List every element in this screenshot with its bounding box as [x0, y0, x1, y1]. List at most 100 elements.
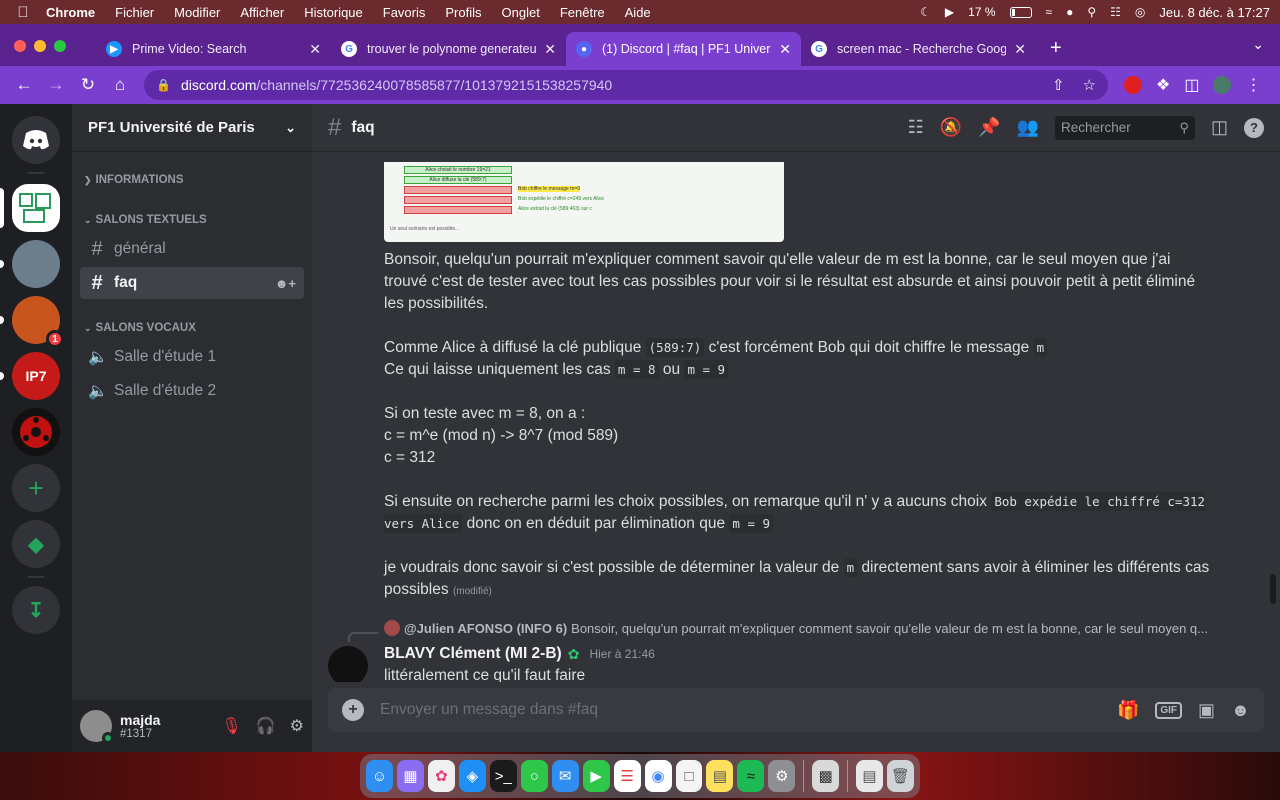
pinned-messages-icon[interactable]: 📌: [978, 117, 1000, 138]
search-input[interactable]: Rechercher ⚲: [1054, 115, 1195, 140]
battery-icon[interactable]: [1009, 6, 1032, 18]
download-apps-icon[interactable]: ↧: [12, 586, 60, 634]
channel-faq[interactable]: # faq ☻+: [80, 267, 304, 299]
gift-icon[interactable]: 🎁: [1117, 700, 1139, 721]
address-bar[interactable]: 🔒 discord.com /channels/7725362400785858…: [144, 70, 1108, 100]
explore-servers-compass-icon[interactable]: ◆: [12, 520, 60, 568]
add-server-button[interactable]: +: [12, 464, 60, 512]
message-image-attachment[interactable]: Alice choisit le nombre 19=21 Alice diff…: [384, 162, 784, 242]
control-center-icon[interactable]: ☷: [1110, 5, 1121, 19]
profile-avatar-icon[interactable]: [1213, 76, 1232, 94]
finder-icon[interactable]: ☺: [366, 760, 393, 792]
close-icon[interactable]: ✕: [309, 41, 321, 58]
play-circle-icon[interactable]: ▶: [945, 5, 954, 19]
chrome-icon[interactable]: ◉: [644, 760, 672, 792]
tab-prime-video[interactable]: ▶ Prime Video: Search ✕: [96, 32, 331, 66]
close-icon[interactable]: ✕: [779, 41, 791, 58]
guild-sharingan[interactable]: [12, 408, 60, 456]
siri-icon[interactable]: ◎: [1135, 5, 1145, 19]
server-header[interactable]: PF1 Université de Paris ⌄: [72, 104, 312, 152]
create-invite-icon[interactable]: ☻+: [275, 276, 296, 291]
message-composer[interactable]: + Envoyer un message dans #faq 🎁 GIF ▣ ☻: [328, 688, 1264, 732]
tab-google-screen-mac[interactable]: G screen mac - Recherche Google ✕: [801, 32, 1036, 66]
terminal-icon[interactable]: >_: [489, 760, 517, 792]
reply-reference[interactable]: @Julien AFONSO (INFO 6) Bonsoir, quelqu'…: [384, 620, 1208, 636]
menu-favoris[interactable]: Favoris: [373, 5, 436, 20]
menu-profils[interactable]: Profils: [435, 5, 491, 20]
menu-historique[interactable]: Historique: [294, 5, 373, 20]
lock-icon[interactable]: 🔒: [156, 78, 171, 92]
voice-channel-salle-1[interactable]: 🔈 Salle d'étude 1: [80, 341, 304, 373]
discord-home-icon[interactable]: [12, 116, 60, 164]
user-icon[interactable]: ●: [1066, 5, 1073, 19]
notification-bell-muted-icon[interactable]: 🔕: [940, 117, 962, 138]
emoji-icon[interactable]: ☻: [1231, 700, 1250, 721]
system-preferences-icon[interactable]: ⚙: [768, 760, 796, 792]
settings-gear-icon[interactable]: ⚙: [290, 716, 304, 736]
guild-pf1[interactable]: [12, 184, 60, 232]
adblock-extension-icon[interactable]: [1124, 76, 1142, 94]
sticker-icon[interactable]: ▣: [1198, 700, 1215, 721]
close-window-button[interactable]: [14, 40, 26, 52]
facetime-icon[interactable]: ▶: [582, 760, 610, 792]
reply-author[interactable]: @Julien AFONSO (INFO 6): [404, 621, 567, 636]
menu-app-chrome[interactable]: Chrome: [36, 5, 105, 20]
trash-icon[interactable]: 🗑: [886, 760, 914, 792]
side-panel-icon[interactable]: ◫: [1184, 75, 1199, 95]
bookmark-star-icon[interactable]: ☆: [1083, 76, 1096, 94]
guild-anime-group[interactable]: [12, 240, 60, 288]
guild-luffy[interactable]: 1: [12, 296, 64, 348]
home-icon[interactable]: ⌂: [104, 75, 136, 95]
spotlight-search-icon[interactable]: ⚲: [1087, 5, 1096, 19]
gif-button[interactable]: GIF: [1155, 701, 1183, 719]
close-icon[interactable]: ✕: [1014, 41, 1026, 58]
textedit-icon[interactable]: □: [675, 760, 703, 792]
member-list-icon[interactable]: 👥: [1017, 117, 1039, 138]
spotify-icon[interactable]: ≈: [737, 760, 765, 792]
menu-afficher[interactable]: Afficher: [230, 5, 294, 20]
message-input[interactable]: Envoyer un message dans #faq: [380, 701, 598, 719]
forward-arrow-icon[interactable]: →: [40, 75, 72, 95]
help-icon[interactable]: ?: [1244, 117, 1264, 138]
category-salons-vocaux[interactable]: ⌄ SALONS VOCAUX: [76, 318, 204, 338]
puzzle-extensions-icon[interactable]: ❖: [1156, 75, 1170, 95]
zoom-window-button[interactable]: [54, 40, 66, 52]
share-icon[interactable]: ⇧: [1052, 76, 1065, 94]
mail-icon[interactable]: ✉: [551, 760, 579, 792]
scrollbar[interactable]: [1270, 574, 1276, 604]
category-salons-textuels[interactable]: ⌄ SALONS TEXTUELS: [76, 210, 215, 230]
menu-fenetre[interactable]: Fenêtre: [550, 5, 615, 20]
apple-icon[interactable]: : [10, 4, 36, 21]
menu-modifier[interactable]: Modifier: [164, 5, 230, 20]
tab-google-polynome[interactable]: G trouver le polynome generateur ✕: [331, 32, 566, 66]
avatar[interactable]: [80, 710, 114, 744]
notes-icon[interactable]: ▤: [706, 760, 734, 792]
close-icon[interactable]: ✕: [544, 41, 556, 58]
message-author[interactable]: BLAVY Clément (MI 2-B): [384, 645, 562, 663]
chevron-down-icon[interactable]: ⌄: [1252, 36, 1264, 53]
messages-icon[interactable]: ○: [520, 760, 548, 792]
category-informations[interactable]: ❯ INFORMATIONS: [76, 170, 192, 190]
guild-ip7[interactable]: IP7: [12, 352, 60, 400]
downloads-stack-icon[interactable]: ▤: [855, 760, 883, 792]
wifi-icon[interactable]: ≈: [1046, 5, 1053, 19]
menu-aide[interactable]: Aide: [615, 5, 661, 20]
tab-discord[interactable]: ● (1) Discord | #faq | PF1 Universi ✕: [566, 32, 801, 66]
more-menu-icon[interactable]: ⋮: [1245, 75, 1261, 95]
photos-icon[interactable]: ✿: [427, 760, 455, 792]
launchpad-icon[interactable]: ▦: [396, 760, 424, 792]
channel-general[interactable]: # général: [80, 233, 304, 265]
menu-fichier[interactable]: Fichier: [105, 5, 164, 20]
inbox-icon[interactable]: ◫: [1211, 117, 1228, 138]
back-arrow-icon[interactable]: ←: [8, 75, 40, 95]
headphones-icon[interactable]: 🎧: [256, 716, 276, 736]
menu-onglet[interactable]: Onglet: [492, 5, 550, 20]
reminders-icon[interactable]: ☰: [613, 760, 641, 792]
menubar-clock[interactable]: Jeu. 8 déc. à 17:27: [1159, 5, 1270, 20]
reload-icon[interactable]: ↻: [72, 75, 104, 95]
minimize-window-button[interactable]: [34, 40, 46, 52]
upload-plus-icon[interactable]: +: [342, 699, 364, 721]
screenshot-icon[interactable]: ▩: [812, 760, 840, 792]
mute-microphone-icon[interactable]: 🎙: [221, 716, 241, 736]
threads-icon[interactable]: ☷: [908, 117, 924, 138]
